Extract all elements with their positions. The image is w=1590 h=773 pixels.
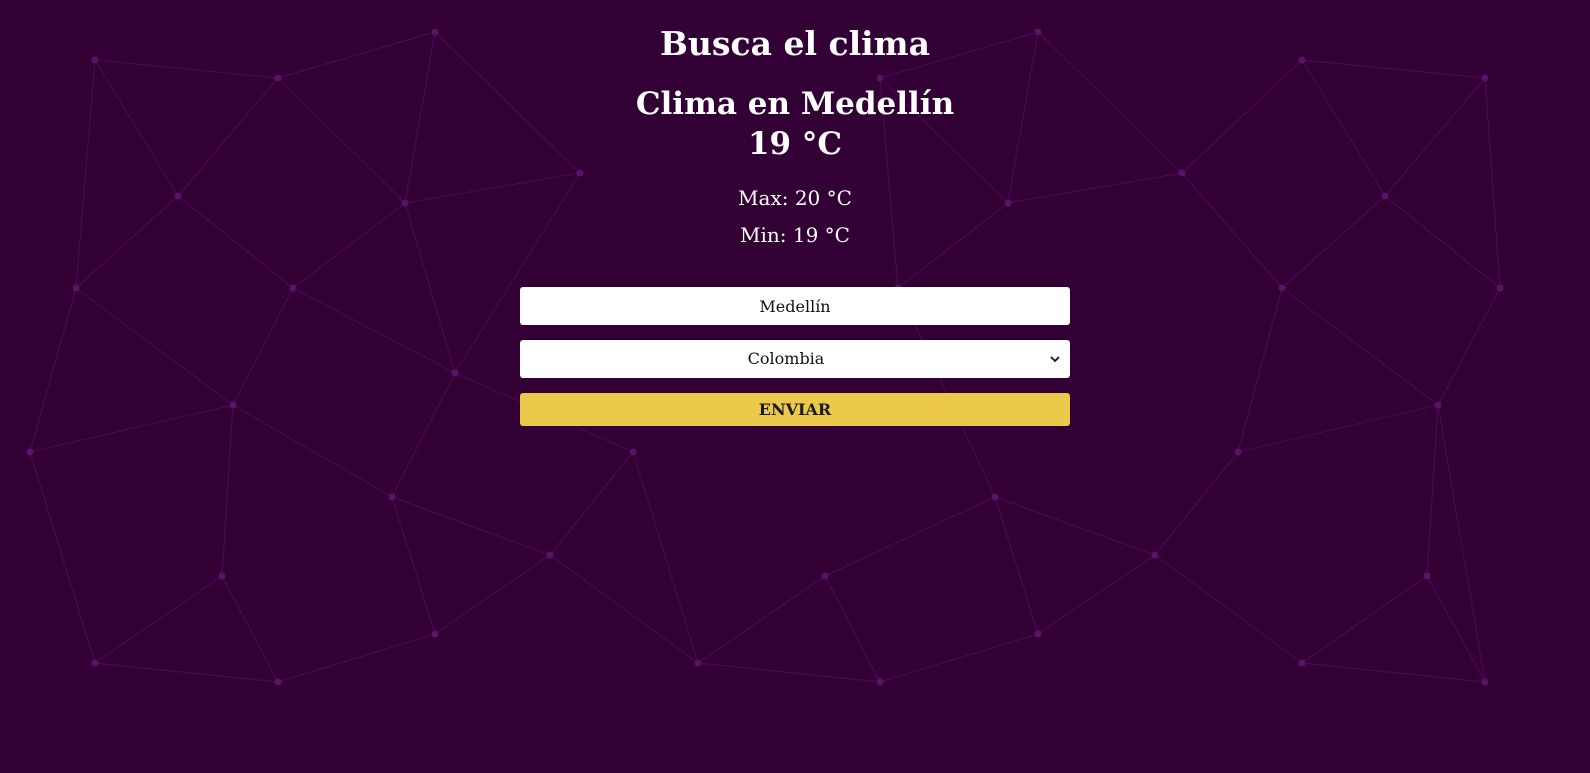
network-node [1481,74,1489,82]
network-line [221,575,279,683]
network-line [29,451,96,664]
country-select-value: Colombia [747,349,825,368]
country-select[interactable]: Colombia [520,340,1070,378]
network-node [289,284,297,292]
weather-result: Clima en Medellín 19 °C [0,84,1590,164]
network-line [824,496,996,577]
network-line [697,662,881,683]
network-line [29,404,234,453]
network-line [94,662,279,683]
network-line [1281,287,1439,406]
page-title: Busca el clima [660,24,930,63]
network-line [697,575,826,664]
min-temperature: Min: 19 °C [740,223,850,247]
max-temperature: Max: 20 °C [738,186,852,210]
network-node [1298,659,1306,667]
submit-button[interactable]: ENVIAR [520,393,1070,426]
network-line [1037,554,1156,635]
network-node [1278,284,1286,292]
network-node [274,678,282,686]
network-node [431,630,439,638]
network-node [229,401,237,409]
network-node [1423,572,1431,580]
network-line [75,287,234,406]
network-node [451,369,459,377]
network-node [218,572,226,580]
network-node [91,659,99,667]
network-line [994,496,1156,556]
network-line [391,496,436,635]
network-line [1301,575,1428,664]
current-temperature: 19 °C [747,126,843,162]
network-node [546,551,554,559]
network-line [632,451,699,664]
network-line [1154,554,1303,664]
network-line [232,404,393,498]
network-line [94,575,223,664]
network-line [391,372,456,498]
city-weather-heading: Clima en Medellín [635,86,955,122]
network-node [1496,284,1504,292]
network-node [629,448,637,456]
network-line [277,633,436,683]
search-form: Colombia ENVIAR [520,287,1070,426]
network-line [1426,404,1439,577]
network-line [879,633,1039,683]
network-line [232,287,294,406]
network-node [576,169,584,177]
network-line [1237,287,1283,453]
network-line [29,287,77,453]
network-line [1437,287,1501,406]
network-node [991,493,999,501]
network-node [26,448,34,456]
network-line [1154,451,1239,556]
network-node [1434,401,1442,409]
network-line [549,451,634,556]
network-line [391,496,551,556]
network-line [1437,404,1486,683]
network-node [1151,551,1159,559]
network-node [694,659,702,667]
network-node [274,74,282,82]
network-node [876,74,884,82]
chevron-down-icon [1050,356,1060,363]
network-node [1178,169,1186,177]
city-input[interactable] [520,287,1070,325]
network-node [1234,448,1242,456]
network-line [994,496,1039,635]
network-node [1034,630,1042,638]
network-line [1237,404,1439,453]
network-node [1481,678,1489,686]
network-node [388,493,396,501]
network-node [72,284,80,292]
network-line [824,575,881,683]
network-line [1301,662,1486,683]
network-node [876,678,884,686]
network-line [292,287,456,374]
network-line [549,554,699,664]
network-line [221,404,234,577]
network-node [821,572,829,580]
network-line [434,554,551,635]
